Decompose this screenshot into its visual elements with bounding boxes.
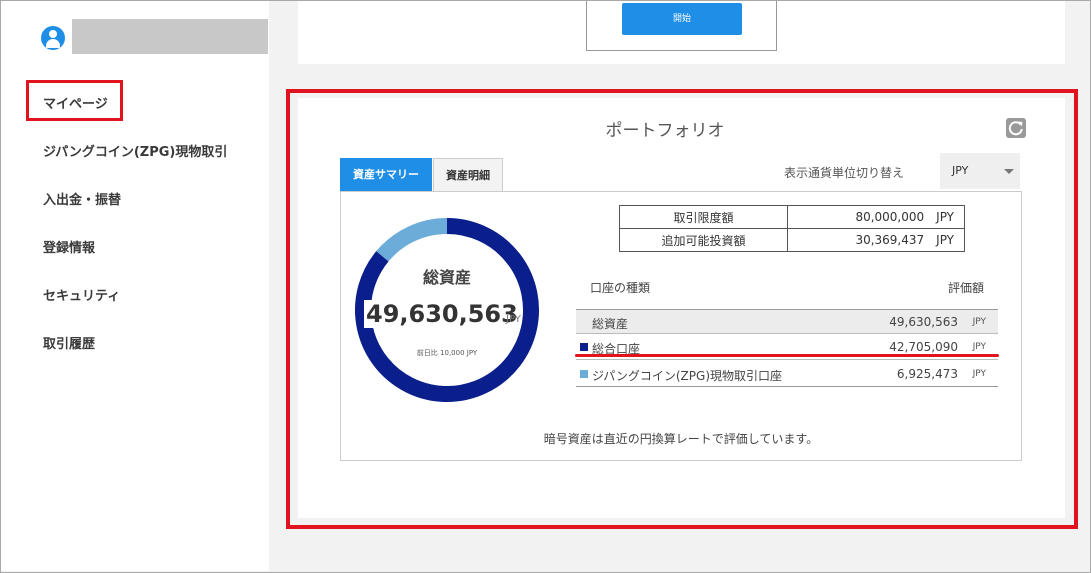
sidebar-item-security[interactable]: セキュリティ <box>43 285 120 304</box>
sidebar-item-zpg-trading[interactable]: ジパングコイン(ZPG)現物取引 <box>43 141 227 160</box>
portfolio-highlight-box <box>286 89 1078 529</box>
mypage-highlight-box <box>26 80 123 121</box>
user-name-redacted <box>72 19 268 54</box>
sidebar-item-history[interactable]: 取引履歴 <box>43 333 95 352</box>
user-avatar-icon[interactable] <box>41 26 65 50</box>
start-button[interactable]: 開始 <box>622 3 742 35</box>
sidebar-item-deposit-withdraw[interactable]: 入出金・振替 <box>43 189 121 208</box>
sidebar-item-registration[interactable]: 登録情報 <box>43 237 95 256</box>
